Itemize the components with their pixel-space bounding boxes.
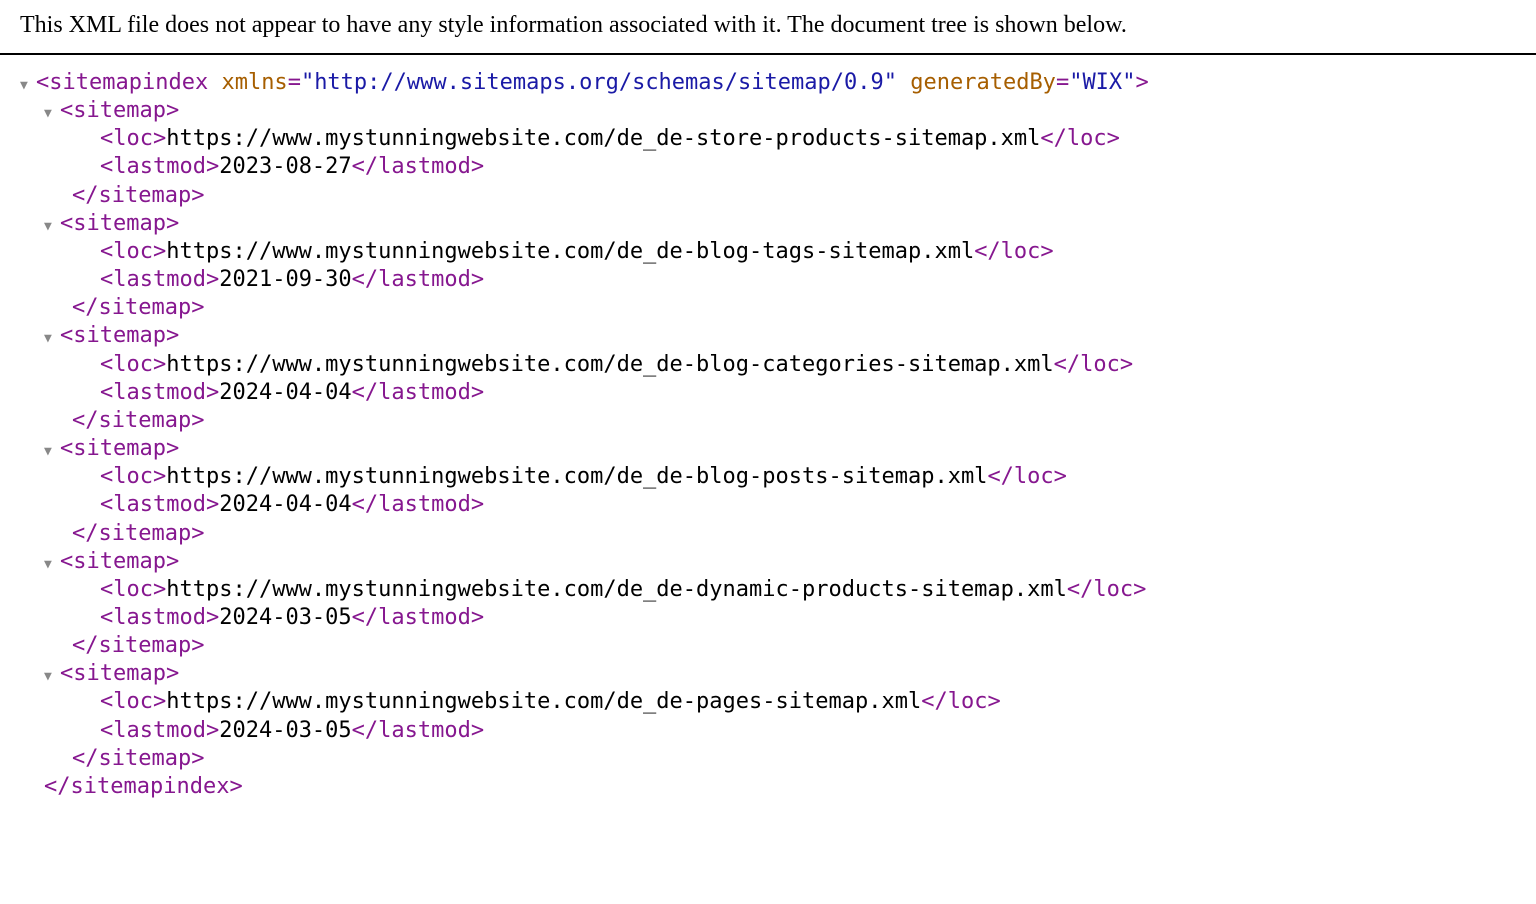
root-attr-0-val: http://www.sitemaps.org/schemas/sitemap/… (314, 70, 884, 95)
sitemap-open-tag: ▼<sitemap> (20, 435, 1536, 463)
root-tag-name-close: sitemapindex (71, 774, 230, 799)
sitemap-close-tag: </sitemap> (20, 182, 1536, 210)
chevron-down-icon[interactable]: ▼ (44, 669, 58, 686)
chevron-down-icon[interactable]: ▼ (44, 219, 58, 236)
sitemap-open-tag: ▼<sitemap> (20, 210, 1536, 238)
sitemap-open-tag: ▼<sitemap> (20, 548, 1536, 576)
sitemap-close-tag: </sitemap> (20, 745, 1536, 773)
loc-row: <loc>https://www.mystunningwebsite.com/d… (20, 463, 1536, 491)
chevron-down-icon[interactable]: ▼ (44, 331, 58, 348)
lastmod-value: 2024-04-04 (219, 492, 351, 517)
loc-row: <loc>https://www.mystunningwebsite.com/d… (20, 576, 1536, 604)
sitemap-close-tag: </sitemap> (20, 294, 1536, 322)
chevron-down-icon[interactable]: ▼ (44, 106, 58, 123)
loc-row: <loc>https://www.mystunningwebsite.com/d… (20, 125, 1536, 153)
lastmod-value: 2023-08-27 (219, 154, 351, 179)
lastmod-value: 2024-03-05 (219, 605, 351, 630)
lastmod-row: <lastmod>2021-09-30</lastmod> (20, 266, 1536, 294)
root-attr-0-key: xmlns (221, 70, 287, 95)
xml-tree: ▼<sitemapindex xmlns="http://www.sitemap… (0, 69, 1536, 801)
sitemap-close-tag: </sitemap> (20, 407, 1536, 435)
loc-value: https://www.mystunningwebsite.com/de_de-… (166, 577, 1067, 602)
lastmod-value: 2021-09-30 (219, 267, 351, 292)
root-close-tag: </sitemapindex> (20, 773, 1536, 801)
lastmod-row: <lastmod>2023-08-27</lastmod> (20, 153, 1536, 181)
loc-value: https://www.mystunningwebsite.com/de_de-… (166, 126, 1040, 151)
chevron-down-icon[interactable]: ▼ (44, 557, 58, 574)
loc-value: https://www.mystunningwebsite.com/de_de-… (166, 689, 921, 714)
root-attr-1-key: generatedBy (910, 70, 1056, 95)
chevron-down-icon[interactable]: ▼ (20, 78, 34, 95)
loc-row: <loc>https://www.mystunningwebsite.com/d… (20, 688, 1536, 716)
loc-value: https://www.mystunningwebsite.com/de_de-… (166, 464, 987, 489)
chevron-down-icon[interactable]: ▼ (44, 444, 58, 461)
sitemap-close-tag: </sitemap> (20, 520, 1536, 548)
root-tag-name: sitemapindex (49, 70, 208, 95)
loc-value: https://www.mystunningwebsite.com/de_de-… (166, 239, 974, 264)
sitemap-close-tag: </sitemap> (20, 632, 1536, 660)
lastmod-row: <lastmod>2024-04-04</lastmod> (20, 491, 1536, 519)
loc-value: https://www.mystunningwebsite.com/de_de-… (166, 352, 1053, 377)
lastmod-row: <lastmod>2024-03-05</lastmod> (20, 604, 1536, 632)
lastmod-row: <lastmod>2024-03-05</lastmod> (20, 717, 1536, 745)
xml-no-style-notice: This XML file does not appear to have an… (0, 0, 1536, 55)
root-attr-1-val: WIX (1082, 70, 1122, 95)
lastmod-row: <lastmod>2024-04-04</lastmod> (20, 379, 1536, 407)
lastmod-value: 2024-03-05 (219, 718, 351, 743)
lastmod-value: 2024-04-04 (219, 380, 351, 405)
sitemap-open-tag: ▼<sitemap> (20, 660, 1536, 688)
root-open-tag: ▼<sitemapindex xmlns="http://www.sitemap… (20, 69, 1536, 97)
sitemap-open-tag: ▼<sitemap> (20, 97, 1536, 125)
loc-row: <loc>https://www.mystunningwebsite.com/d… (20, 351, 1536, 379)
loc-row: <loc>https://www.mystunningwebsite.com/d… (20, 238, 1536, 266)
sitemap-open-tag: ▼<sitemap> (20, 322, 1536, 350)
